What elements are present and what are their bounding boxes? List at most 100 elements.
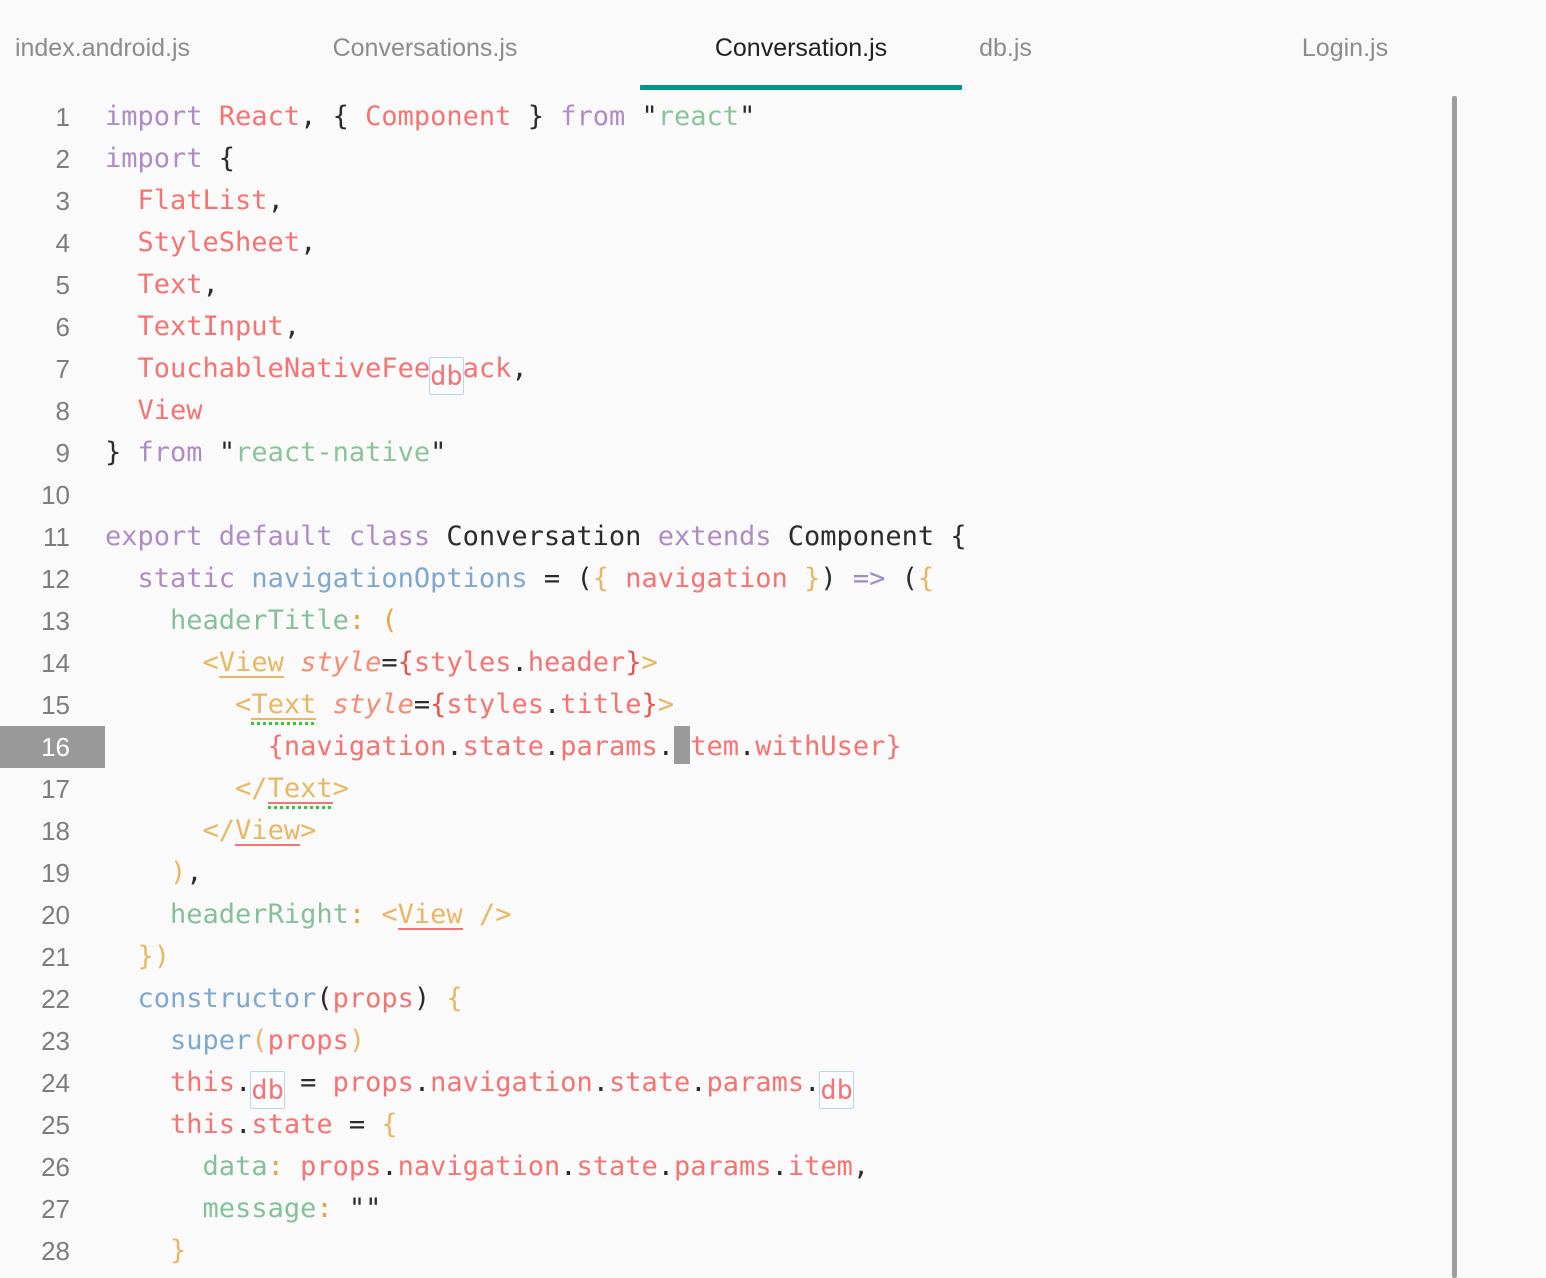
- jsx-tag-view: View: [397, 894, 463, 936]
- line-number: 9: [55, 438, 70, 468]
- line-content[interactable]: constructor(props) {: [105, 978, 463, 1020]
- code-editor[interactable]: 1 import React, { Component } from "reac…: [0, 96, 1546, 1278]
- code-line[interactable]: 26 data: props.navigation.state.params.i…: [0, 1146, 1546, 1188]
- line-number: 28: [41, 1236, 70, 1266]
- line-number: 5: [55, 270, 70, 300]
- tab-index-android-js[interactable]: index.android.js: [0, 0, 205, 96]
- code-line[interactable]: 17 </Text>: [0, 768, 1546, 810]
- line-number: 1: [55, 102, 70, 132]
- tab-conversations-js[interactable]: Conversations.js: [320, 0, 530, 96]
- line-number: 7: [55, 354, 70, 384]
- tab-label: Conversations.js: [332, 33, 518, 62]
- line-content[interactable]: <View style={styles.header}>: [105, 642, 658, 684]
- code-line[interactable]: 6 TextInput,: [0, 306, 1546, 348]
- line-content[interactable]: }): [105, 936, 171, 978]
- tab-login-js[interactable]: Login.js: [1285, 0, 1405, 96]
- tab-label: db.js: [979, 33, 1032, 62]
- line-number: 12: [41, 564, 70, 594]
- line-content[interactable]: } from "react-native": [105, 432, 446, 474]
- line-content[interactable]: </View>: [105, 810, 316, 852]
- line-content[interactable]: {navigation.state.params.item.withUser}: [105, 726, 902, 768]
- code-line[interactable]: 23 super(props): [0, 1020, 1546, 1062]
- code-line[interactable]: 11 export default class Conversation ext…: [0, 516, 1546, 558]
- tab-label: index.android.js: [14, 33, 191, 62]
- code-line[interactable]: 28 }: [0, 1230, 1546, 1272]
- line-number: 15: [41, 690, 70, 720]
- line-content[interactable]: import React, { Component } from "react": [105, 96, 755, 138]
- line-content[interactable]: import {: [105, 138, 235, 180]
- code-line[interactable]: 8 View: [0, 390, 1546, 432]
- code-line[interactable]: 22 constructor(props) {: [0, 978, 1546, 1020]
- code-line[interactable]: 21 }): [0, 936, 1546, 978]
- line-content[interactable]: data: props.navigation.state.params.item…: [105, 1146, 870, 1188]
- code-line[interactable]: 10: [0, 474, 1546, 516]
- code-line[interactable]: 1 import React, { Component } from "reac…: [0, 96, 1546, 138]
- code-line[interactable]: 3 FlatList,: [0, 180, 1546, 222]
- line-number: 27: [41, 1194, 70, 1224]
- line-number: 24: [41, 1068, 70, 1098]
- jsx-closing-tag-text: Text: [267, 768, 333, 810]
- line-content[interactable]: </Text>: [105, 768, 349, 810]
- line-content[interactable]: ),: [105, 852, 203, 894]
- line-number: 19: [41, 858, 70, 888]
- code-line[interactable]: 25 this.state = {: [0, 1104, 1546, 1146]
- code-line[interactable]: 27 message: "": [0, 1188, 1546, 1230]
- line-number: 10: [41, 480, 70, 510]
- code-line[interactable]: 2 import {: [0, 138, 1546, 180]
- line-number: 3: [55, 186, 70, 216]
- line-number: 4: [55, 228, 70, 258]
- line-number: 2: [55, 144, 70, 174]
- code-line[interactable]: 24 this.db = props.navigation.state.para…: [0, 1062, 1546, 1109]
- line-content[interactable]: static navigationOptions = ({ navigation…: [105, 558, 935, 600]
- code-line[interactable]: 19 ),: [0, 852, 1546, 894]
- line-number: 13: [41, 606, 70, 636]
- tab-conversation-js[interactable]: Conversation.js: [640, 0, 962, 96]
- line-number: 23: [41, 1026, 70, 1056]
- code-line[interactable]: 12 static navigationOptions = ({ navigat…: [0, 558, 1546, 600]
- line-content[interactable]: Text,: [105, 264, 219, 306]
- line-content[interactable]: message: "": [105, 1188, 382, 1230]
- line-number: 14: [41, 648, 70, 678]
- line-number: 8: [55, 396, 70, 426]
- tab-db-js[interactable]: db.js: [958, 0, 1053, 96]
- jsx-tag-text: Text: [251, 684, 317, 726]
- code-line[interactable]: 4 StyleSheet,: [0, 222, 1546, 264]
- line-content[interactable]: FlatList,: [105, 180, 284, 222]
- line-content[interactable]: export default class Conversation extend…: [105, 516, 967, 558]
- code-line[interactable]: 9 } from "react-native": [0, 432, 1546, 474]
- code-line[interactable]: 7 TouchableNativeFeedback,: [0, 348, 1546, 395]
- code-line-active[interactable]: 16 {navigation.state.params.item.withUse…: [0, 726, 1546, 768]
- line-number-active: 16: [0, 726, 105, 768]
- line-content[interactable]: TextInput,: [105, 306, 301, 348]
- tab-label: Conversation.js: [714, 33, 888, 62]
- line-content[interactable]: }: [105, 1230, 186, 1272]
- line-content[interactable]: this.db = props.navigation.state.params.…: [105, 1062, 854, 1109]
- line-content[interactable]: <Text style={styles.title}>: [105, 684, 674, 726]
- line-number: 26: [41, 1152, 70, 1182]
- line-number: 18: [41, 816, 70, 846]
- line-number: 17: [41, 774, 70, 804]
- line-content[interactable]: super(props): [105, 1020, 365, 1062]
- line-content[interactable]: headerRight: <View />: [105, 894, 511, 936]
- line-content[interactable]: TouchableNativeFeedback,: [105, 348, 528, 395]
- code-line[interactable]: 20 headerRight: <View />: [0, 894, 1546, 936]
- code-line[interactable]: 13 headerTitle: (: [0, 600, 1546, 642]
- vertical-scrollbar[interactable]: [1450, 96, 1458, 1278]
- code-line[interactable]: 14 <View style={styles.header}>: [0, 642, 1546, 684]
- jsx-closing-tag-view: View: [235, 810, 301, 852]
- code-line[interactable]: 18 </View>: [0, 810, 1546, 852]
- code-lines-container[interactable]: 1 import React, { Component } from "reac…: [0, 96, 1546, 1272]
- line-number: 11: [43, 522, 70, 552]
- line-content[interactable]: View: [105, 390, 203, 432]
- line-number: 20: [41, 900, 70, 930]
- code-line[interactable]: 5 Text,: [0, 264, 1546, 306]
- line-content[interactable]: headerTitle: (: [105, 600, 398, 642]
- line-content[interactable]: StyleSheet,: [105, 222, 317, 264]
- line-number: 6: [55, 312, 70, 342]
- scrollbar-thumb[interactable]: [1452, 96, 1457, 1278]
- jsx-tag-view: View: [218, 642, 284, 684]
- line-number: 25: [41, 1110, 70, 1140]
- code-line[interactable]: 15 <Text style={styles.title}>: [0, 684, 1546, 726]
- line-number: 22: [41, 984, 70, 1014]
- line-content[interactable]: this.state = {: [105, 1104, 398, 1146]
